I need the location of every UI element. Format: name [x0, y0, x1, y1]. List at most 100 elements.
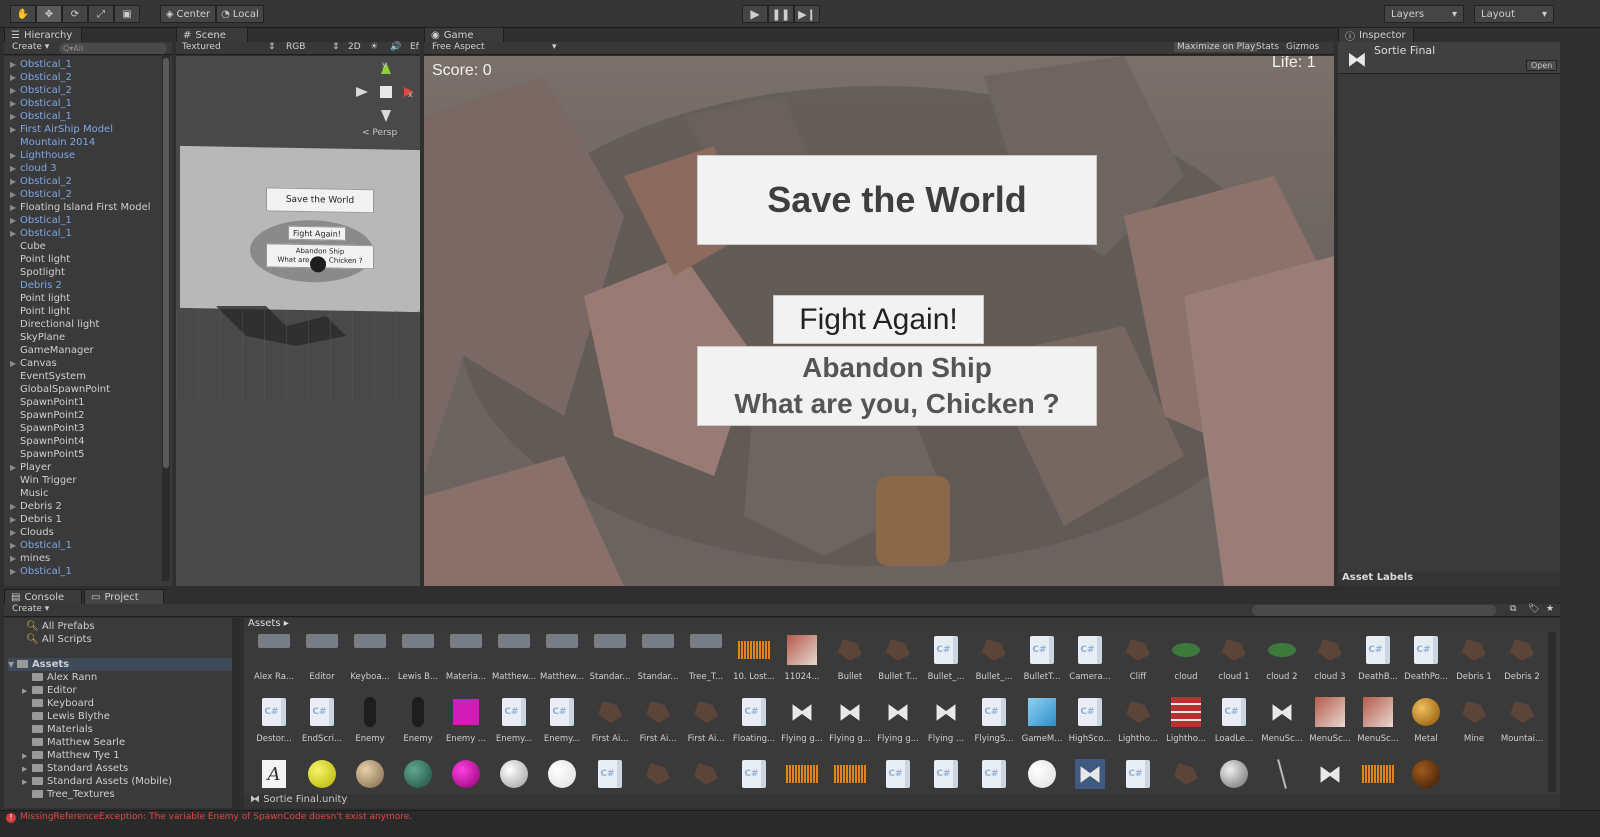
stats-toggle[interactable]: Stats: [1256, 42, 1279, 52]
asset-item[interactable]: ⧓ Flying g...: [828, 694, 872, 752]
hierarchy-item[interactable]: ▶ Canvas: [10, 357, 57, 370]
expand-arrow-icon[interactable]: ▶: [10, 227, 20, 240]
rect-tool-icon[interactable]: ▣: [114, 5, 140, 23]
step-button[interactable]: ▶❙: [794, 5, 820, 23]
asset-item[interactable]: Enemy ...: [444, 694, 488, 752]
asset-item[interactable]: Keyboa...: [348, 632, 392, 690]
asset-item[interactable]: C# Camera...: [1068, 632, 1112, 690]
hierarchy-item[interactable]: Win Trigger: [10, 474, 76, 487]
hierarchy-item[interactable]: SpawnPoint1: [10, 396, 85, 409]
asset-item[interactable]: C# LoadLe...: [1212, 694, 1256, 752]
asset-item[interactable]: C# EndScri...: [300, 694, 344, 752]
asset-item[interactable]: cloud 1: [1212, 632, 1256, 690]
asset-item[interactable]: Enemy: [348, 694, 392, 752]
2d-toggle[interactable]: 2D: [348, 42, 361, 52]
maximize-on-play-toggle[interactable]: Maximize on Play: [1174, 42, 1259, 52]
expand-arrow-icon[interactable]: ▶: [10, 162, 20, 175]
layout-dropdown[interactable]: Layout ▾: [1474, 5, 1554, 23]
filter-type-icon[interactable]: ⧉: [1510, 604, 1516, 614]
asset-item[interactable]: C# DeathPo...: [1404, 632, 1448, 690]
asset-item[interactable]: Matthew...: [492, 632, 536, 690]
pivot-center-button[interactable]: ◈ Center: [160, 5, 216, 23]
scene-view[interactable]: y x < Persp Save the World Fight Again! …: [176, 56, 420, 586]
persp-label[interactable]: < Persp: [362, 128, 397, 138]
expand-arrow-icon[interactable]: ▶: [10, 201, 20, 214]
hierarchy-item[interactable]: ▶ Clouds: [10, 526, 54, 539]
asset-item[interactable]: Alex Ra...: [252, 632, 296, 690]
project-folder-item[interactable]: ▶ Standard Assets (Mobile): [22, 775, 172, 788]
game-view[interactable]: Score: 0 Life: 1 Save the World Fight Ag…: [424, 56, 1334, 586]
hierarchy-item[interactable]: ▶ Debris 1: [10, 513, 62, 526]
asset-item[interactable]: Materia...: [444, 632, 488, 690]
asset-item[interactable]: ⧓ Flying ...: [924, 694, 968, 752]
fight-again-button[interactable]: Fight Again!: [773, 295, 984, 344]
hierarchy-item[interactable]: Debris 2: [10, 279, 62, 292]
project-search-input[interactable]: [1252, 605, 1496, 616]
expand-arrow-icon[interactable]: ▶: [10, 175, 20, 188]
hierarchy-item[interactable]: ▶ Floating Island First Model: [10, 201, 151, 214]
asset-item[interactable]: Bullet: [828, 632, 872, 690]
expand-arrow-icon[interactable]: ▶: [10, 461, 20, 474]
hierarchy-item[interactable]: EventSystem: [10, 370, 86, 383]
hierarchy-item[interactable]: Cube: [10, 240, 46, 253]
hand-tool-icon[interactable]: ✋: [10, 5, 36, 23]
hierarchy-item[interactable]: ▶ Obstical_2: [10, 71, 72, 84]
hierarchy-item[interactable]: SpawnPoint2: [10, 409, 85, 422]
hierarchy-item[interactable]: ▶ cloud 3: [10, 162, 57, 175]
asset-item[interactable]: First Ai...: [636, 694, 680, 752]
hierarchy-scrollbar[interactable]: [162, 56, 170, 581]
hierarchy-item[interactable]: ▶ Obstical_1: [10, 539, 72, 552]
asset-item[interactable]: Lightho...: [1116, 694, 1160, 752]
tab-inspector[interactable]: ⓘ Inspector: [1338, 27, 1414, 43]
hierarchy-item[interactable]: ▶ Obstical_1: [10, 565, 72, 578]
expand-arrow-icon[interactable]: ▶: [10, 110, 20, 123]
project-folder-item[interactable]: ▶ Standard Assets: [22, 762, 128, 775]
asset-item[interactable]: ⧓ Flying g...: [780, 694, 824, 752]
asset-item[interactable]: C# FlyingS...: [972, 694, 1016, 752]
lighting-toggle-icon[interactable]: ☀: [370, 42, 378, 52]
project-folder-item[interactable]: Alex Rann: [22, 671, 97, 684]
tab-console[interactable]: ▤ Console: [4, 589, 82, 605]
rgb-dropdown[interactable]: RGB: [286, 42, 305, 52]
hierarchy-item[interactable]: Mountain 2014: [10, 136, 95, 149]
asset-item[interactable]: Mountai...: [1500, 694, 1544, 752]
expand-arrow-icon[interactable]: ▶: [10, 188, 20, 201]
project-folder-item[interactable]: Matthew Searle: [22, 736, 125, 749]
hierarchy-item[interactable]: ▶ Obstical_2: [10, 84, 72, 97]
project-folder-item[interactable]: ▶ Matthew Tye 1: [22, 749, 120, 762]
hierarchy-item[interactable]: ▶ Obstical_2: [10, 188, 72, 201]
expand-arrow-icon[interactable]: ▶: [10, 214, 20, 227]
hierarchy-search-input[interactable]: Q▾All: [59, 43, 167, 54]
expand-arrow-icon[interactable]: ▶: [10, 71, 20, 84]
pivot-local-button[interactable]: ◔ Local: [216, 5, 264, 23]
project-folder-item[interactable]: Materials: [22, 723, 93, 736]
asset-item[interactable]: Debris 1: [1452, 632, 1496, 690]
project-folder-item[interactable]: Tree_Textures: [22, 788, 115, 801]
hierarchy-item[interactable]: Directional light: [10, 318, 99, 331]
expand-arrow-icon[interactable]: ▶: [10, 526, 20, 539]
hierarchy-item[interactable]: ▶ Debris 2: [10, 500, 62, 513]
asset-item[interactable]: Tree_T...: [684, 632, 728, 690]
expand-arrow-icon[interactable]: ▶: [10, 357, 20, 370]
asset-item[interactable]: Enemy: [396, 694, 440, 752]
play-button[interactable]: ▶: [742, 5, 768, 23]
asset-item[interactable]: C# Destor...: [252, 694, 296, 752]
favorite-all-prefabs[interactable]: 🔍︎ All Prefabs: [26, 620, 95, 633]
expand-arrow-icon[interactable]: ▶: [10, 539, 20, 552]
hierarchy-item[interactable]: GameManager: [10, 344, 94, 357]
tree-scrollbar[interactable]: [232, 618, 240, 808]
hierarchy-item[interactable]: Spotlight: [10, 266, 65, 279]
hierarchy-create-button[interactable]: Create ▾: [12, 42, 49, 52]
asset-item[interactable]: Metal: [1404, 694, 1448, 752]
save-world-button[interactable]: Save the World: [697, 155, 1097, 245]
asset-item[interactable]: 11024...: [780, 632, 824, 690]
asset-item[interactable]: Bullet_...: [972, 632, 1016, 690]
move-tool-icon[interactable]: ✥: [36, 5, 62, 23]
asset-item[interactable]: C# Enemy...: [540, 694, 584, 752]
shading-mode-dropdown[interactable]: Textured: [182, 42, 221, 52]
hierarchy-item[interactable]: Point light: [10, 292, 70, 305]
asset-item[interactable]: Standar...: [588, 632, 632, 690]
hierarchy-item[interactable]: ▶ Obstical_2: [10, 175, 72, 188]
asset-item[interactable]: C# DeathB...: [1356, 632, 1400, 690]
asset-item[interactable]: Standar...: [636, 632, 680, 690]
